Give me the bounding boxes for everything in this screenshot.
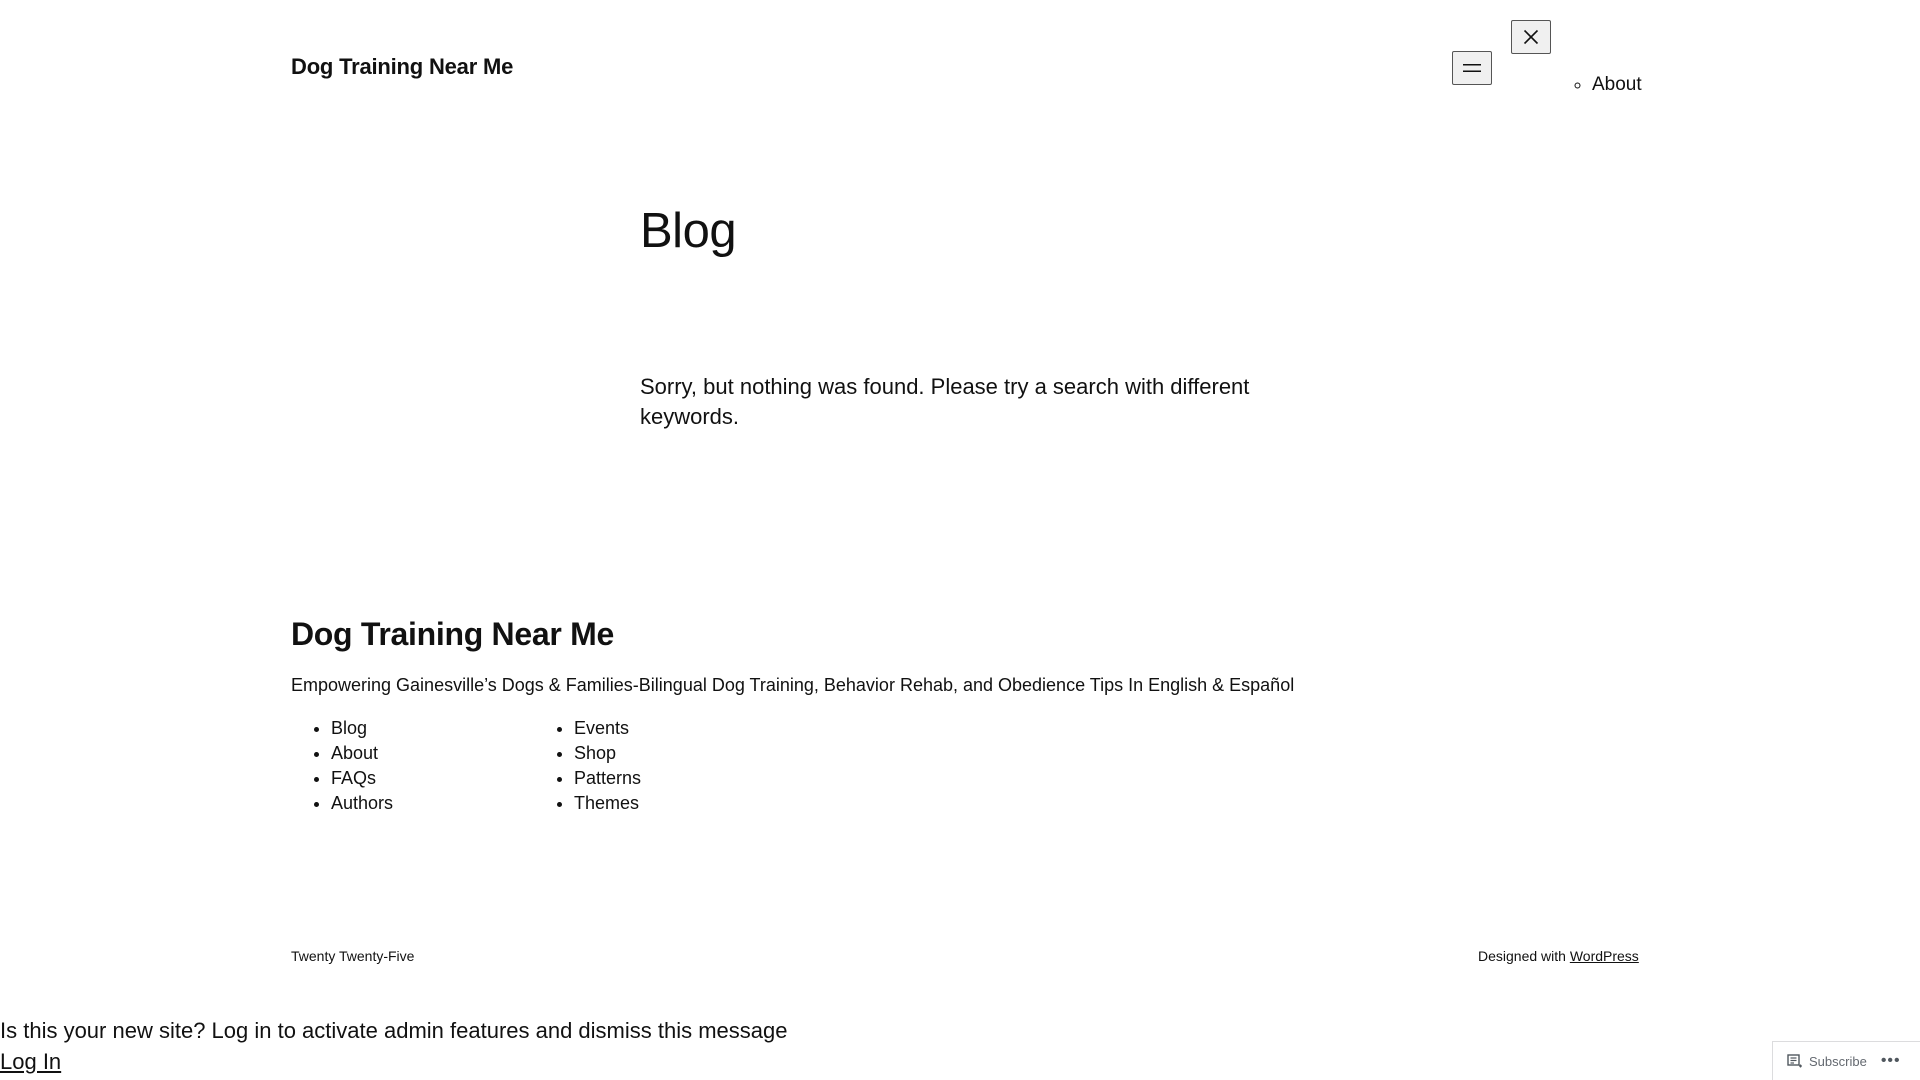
footer-nav-item: Patterns: [574, 766, 641, 791]
header-nav-submenu: About: [1560, 72, 1642, 98]
subscribe-bar: Subscribe •••: [1772, 1041, 1920, 1080]
footer-nav-column-2: Events Shop Patterns Themes: [534, 716, 641, 816]
subscribe-button[interactable]: Subscribe: [1787, 1054, 1867, 1069]
footer-nav-item: Themes: [574, 791, 641, 816]
footer-nav-column-1: Blog About FAQs Authors: [291, 716, 393, 816]
footer-site-title[interactable]: Dog Training Near Me: [291, 614, 614, 654]
footer-link-shop[interactable]: Shop: [574, 743, 616, 763]
reader-icon: [1787, 1054, 1802, 1068]
nav-link-about[interactable]: About: [1592, 74, 1642, 95]
footer-link-blog[interactable]: Blog: [331, 718, 367, 738]
site-title[interactable]: Dog Training Near Me: [291, 52, 513, 82]
more-icon: •••: [1880, 1052, 1901, 1069]
no-results-message: Sorry, but nothing was found. Please try…: [640, 374, 1250, 429]
footer-nav-item: Authors: [331, 791, 393, 816]
page-title: Blog: [640, 204, 737, 258]
footer-nav-item: About: [331, 741, 393, 766]
footer-link-patterns[interactable]: Patterns: [574, 768, 641, 788]
wordpress-link[interactable]: WordPress: [1570, 948, 1639, 964]
footer-link-events[interactable]: Events: [574, 718, 629, 738]
footer-link-authors[interactable]: Authors: [331, 793, 393, 813]
nav-item-about: About: [1592, 72, 1642, 98]
admin-notice-message: Is this your new site? Log in to activat…: [0, 1018, 788, 1043]
designed-with-text: Designed with: [1478, 948, 1566, 964]
open-menu-button[interactable]: [1452, 51, 1492, 85]
more-options-button[interactable]: •••: [1881, 1053, 1901, 1069]
footer-nav-item: FAQs: [331, 766, 393, 791]
footer-nav-item: Blog: [331, 716, 393, 741]
footer-link-faqs[interactable]: FAQs: [331, 768, 376, 788]
theme-credit: Twenty Twenty-Five: [291, 948, 415, 964]
footer-link-about[interactable]: About: [331, 743, 378, 763]
wordpress-credit: Designed with WordPress: [1478, 947, 1639, 965]
close-menu-button[interactable]: [1511, 20, 1551, 54]
login-link[interactable]: Log In: [0, 1047, 61, 1077]
subscribe-label: Subscribe: [1809, 1053, 1867, 1069]
footer-nav-item: Shop: [574, 741, 641, 766]
footer-nav-item: Events: [574, 716, 641, 741]
hamburger-menu-icon: [1463, 64, 1481, 72]
close-icon: [1523, 29, 1539, 45]
site-tagline: Empowering Gainesville’s Dogs & Families…: [291, 675, 1295, 695]
footer-link-themes[interactable]: Themes: [574, 793, 639, 813]
